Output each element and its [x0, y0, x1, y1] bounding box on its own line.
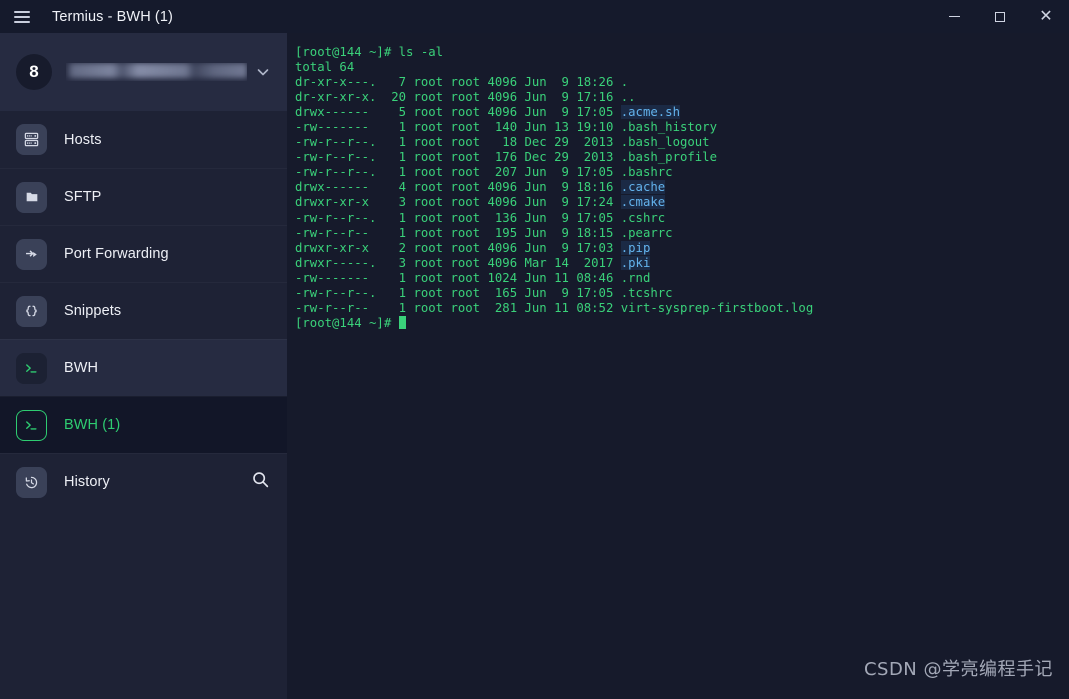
- sidebar-item-label: SFTP: [64, 189, 102, 205]
- sidebar-item-hosts[interactable]: Hosts: [0, 111, 287, 168]
- sidebar-item-label: BWH (1): [64, 417, 121, 433]
- terminal-filename: .pip: [620, 240, 651, 255]
- terminal-filename: .tcshrc: [620, 285, 673, 300]
- terminal-line: -rw-r--r-- 1 root root 195 Jun 9 18:15 .…: [295, 225, 673, 240]
- close-button[interactable]: ✕: [1023, 0, 1069, 33]
- window-title: Termius - BWH (1): [52, 8, 173, 25]
- sidebar-item-port-forwarding[interactable]: Port Forwarding: [0, 225, 287, 282]
- terminal-line: drwxr-----. 3 root root 4096 Mar 14 2017…: [295, 255, 651, 270]
- terminal-line: drwxr-xr-x 2 root root 4096 Jun 9 17:03 …: [295, 240, 651, 255]
- sidebar-item-label: Snippets: [64, 303, 122, 319]
- terminal-filename: .rnd: [620, 270, 651, 285]
- terminal-filename: virt-sysprep-firstboot.log: [620, 300, 814, 315]
- history-clock-icon: [16, 466, 47, 498]
- terminal-line: drwx------ 5 root root 4096 Jun 9 17:05 …: [295, 105, 680, 120]
- sidebar-item-label: Hosts: [64, 131, 102, 148]
- terminal-line: -rw-r--r--. 1 root root 207 Jun 9 17:05 …: [295, 165, 673, 180]
- sidebar-item-bwh[interactable]: BWH: [0, 339, 287, 396]
- sidebar-item-sftp[interactable]: SFTP: [0, 168, 287, 225]
- terminal-filename: .bashrc: [620, 165, 673, 180]
- terminal-line: -rw-r--r--. 1 root root 136 Jun 9 17:05 …: [295, 210, 666, 225]
- terminal-line: -rw-r--r--. 1 root root 165 Jun 9 17:05 …: [295, 285, 673, 300]
- sidebar-item-label: Port Forwarding: [64, 246, 169, 262]
- sidebar-nav: Hosts SFTP Port Forwarding Snippets BWH …: [0, 111, 287, 510]
- terminal-filename: .pearrc: [620, 225, 673, 240]
- search-icon[interactable]: [250, 469, 271, 495]
- sidebar-item-bwh-1[interactable]: BWH (1): [0, 396, 287, 453]
- account-name: █████ ████ ███: [66, 63, 247, 81]
- terminal-line: drwx------ 4 root root 4096 Jun 9 18:16 …: [295, 180, 666, 195]
- folder-icon: [16, 181, 47, 213]
- hamburger-line: [14, 20, 30, 23]
- terminal-filename: .: [620, 75, 629, 90]
- window-controls: ✕: [931, 0, 1069, 33]
- account-badge: 8: [16, 54, 52, 90]
- terminal-filename: .bash_logout: [620, 135, 710, 150]
- minimize-button[interactable]: [931, 0, 977, 33]
- terminal-output: [root@144 ~]# ls -al total 64 dr-xr-x---. …: [295, 45, 1069, 331]
- terminal-pane[interactable]: [root@144 ~]# ls -al total 64 dr-xr-x---. …: [287, 33, 1069, 699]
- terminal-line: [root@144 ~]# ls -al: [295, 45, 444, 59]
- terminal-icon: [16, 409, 47, 441]
- terminal-line: drwxr-xr-x 3 root root 4096 Jun 9 17:24 …: [295, 195, 666, 210]
- terminal-line: -rw-r--r--. 1 root root 18 Dec 29 2013 .…: [295, 135, 710, 150]
- terminal-line: -rw------- 1 root root 140 Jun 13 19:10 …: [295, 120, 717, 135]
- terminal-filename: .cmake: [620, 195, 666, 210]
- account-selector[interactable]: 8 █████ ████ ███: [0, 33, 287, 111]
- window-titlebar: Termius - BWH (1) ✕: [0, 0, 1069, 33]
- hamburger-line: [14, 10, 30, 13]
- sidebar: 8 █████ ████ ███: [0, 33, 287, 699]
- terminal-filename: .acme.sh: [620, 105, 680, 120]
- terminal-filename: .cache: [620, 180, 666, 195]
- sidebar-item-history[interactable]: History: [0, 453, 287, 510]
- account-name-text: █████ ████ ███: [66, 63, 247, 78]
- terminal-filename: .bash_history: [620, 120, 717, 135]
- braces-icon: [16, 295, 47, 327]
- terminal-line: total 64: [295, 60, 355, 75]
- sidebar-item-snippets[interactable]: Snippets: [0, 282, 287, 339]
- terminal-line: dr-xr-x---. 7 root root 4096 Jun 9 18:26…: [295, 75, 629, 90]
- hamburger-line: [14, 15, 30, 18]
- terminal-filename: ..: [620, 90, 636, 105]
- terminal-line: -rw-r--r--. 1 root root 176 Dec 29 2013 …: [295, 150, 717, 165]
- minimize-icon: [948, 16, 960, 17]
- terminal-line: -rw------- 1 root root 1024 Jun 11 08:46…: [295, 270, 651, 285]
- terminal-line: -rw-r--r-- 1 root root 281 Jun 11 08:52 …: [295, 300, 814, 315]
- terminal-prompt-line: [root@144 ~]#: [295, 315, 1069, 331]
- terminal-filename: .pki: [620, 255, 651, 270]
- close-icon: ✕: [1039, 7, 1053, 25]
- terminal-line: dr-xr-xr-x. 20 root root 4096 Jun 9 17:1…: [295, 90, 636, 105]
- port-forward-icon: [16, 238, 47, 270]
- terminal-filename: .cshrc: [620, 210, 666, 225]
- terminal-cursor: [398, 315, 406, 329]
- maximize-button[interactable]: [977, 0, 1023, 33]
- terminal-filename: .bash_profile: [620, 150, 717, 165]
- hamburger-menu-icon[interactable]: [0, 0, 44, 33]
- sidebar-item-label: History: [64, 474, 110, 490]
- terminal-icon: [16, 352, 47, 384]
- maximize-icon: [995, 11, 1005, 22]
- sidebar-item-label: BWH: [64, 360, 99, 376]
- server-icon: [16, 124, 47, 155]
- chevron-down-icon[interactable]: [255, 64, 271, 80]
